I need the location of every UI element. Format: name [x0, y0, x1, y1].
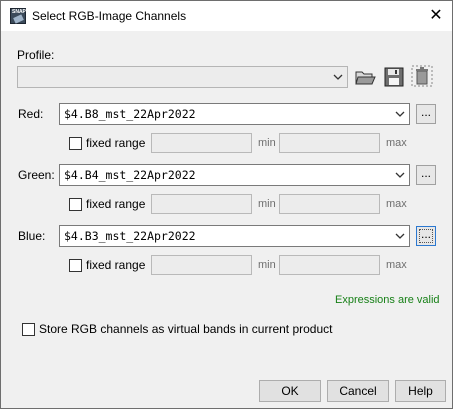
- chevron-down-icon: [395, 233, 405, 239]
- cancel-button[interactable]: Cancel: [327, 380, 389, 402]
- green-expression-dropdown[interactable]: $4.B4_mst_22Apr2022: [59, 164, 410, 186]
- blue-max-field[interactable]: [279, 255, 380, 275]
- green-min-field[interactable]: [151, 194, 252, 214]
- snap-app-icon: SNAP: [10, 8, 26, 24]
- profile-label: Profile:: [17, 48, 55, 62]
- ok-button-label: OK: [281, 384, 299, 398]
- red-fixed-range-label: fixed range: [86, 136, 146, 150]
- red-expression-dropdown[interactable]: $4.B8_mst_22Apr2022: [59, 103, 410, 125]
- open-folder-icon[interactable]: [354, 66, 376, 88]
- close-icon: ✕: [429, 7, 443, 24]
- red-min-field[interactable]: [151, 133, 252, 153]
- title-bar[interactable]: SNAP Select RGB-Image Channels ✕: [1, 1, 452, 31]
- save-icon[interactable]: [383, 66, 405, 88]
- blue-edit-expression-button[interactable]: ...: [416, 226, 436, 246]
- green-fixed-range-label: fixed range: [86, 197, 146, 211]
- red-fixed-range-checkbox[interactable]: [69, 137, 82, 150]
- help-button-label: Help: [408, 384, 433, 398]
- delete-icon[interactable]: [411, 65, 433, 87]
- virtual-bands-label: Store RGB channels as virtual bands in c…: [39, 322, 333, 336]
- blue-label: Blue:: [18, 229, 46, 243]
- green-max-label: max: [386, 198, 407, 210]
- green-fixed-range-checkbox[interactable]: [69, 198, 82, 211]
- virtual-bands-checkbox[interactable]: [22, 323, 35, 336]
- blue-min-field[interactable]: [151, 255, 252, 275]
- green-edit-expression-button[interactable]: ...: [416, 165, 436, 185]
- chevron-down-icon: [395, 172, 405, 178]
- blue-fixed-range-label: fixed range: [86, 258, 146, 272]
- chevron-down-icon: [395, 111, 405, 117]
- red-label: Red:: [18, 107, 44, 121]
- rgb-channels-dialog: SNAP Select RGB-Image Channels ✕ Profile…: [0, 0, 453, 409]
- blue-expression-dropdown[interactable]: $4.B3_mst_22Apr2022: [59, 225, 410, 247]
- profile-dropdown[interactable]: [17, 66, 348, 88]
- chevron-down-icon: [333, 74, 343, 80]
- red-max-field[interactable]: [279, 133, 380, 153]
- close-button[interactable]: ✕: [423, 5, 449, 27]
- ok-button[interactable]: OK: [259, 380, 321, 402]
- red-max-label: max: [386, 137, 407, 149]
- green-max-field[interactable]: [279, 194, 380, 214]
- blue-max-label: max: [386, 259, 407, 271]
- validation-status: Expressions are valid: [335, 294, 440, 306]
- red-edit-expression-button[interactable]: ...: [416, 104, 436, 124]
- red-min-label: min: [258, 137, 276, 149]
- window-title: Select RGB-Image Channels: [32, 9, 187, 23]
- green-min-label: min: [258, 198, 276, 210]
- blue-min-label: min: [258, 259, 276, 271]
- cancel-button-label: Cancel: [339, 384, 377, 398]
- green-label: Green:: [18, 168, 55, 182]
- help-button[interactable]: Help: [395, 380, 446, 402]
- blue-fixed-range-checkbox[interactable]: [69, 259, 82, 272]
